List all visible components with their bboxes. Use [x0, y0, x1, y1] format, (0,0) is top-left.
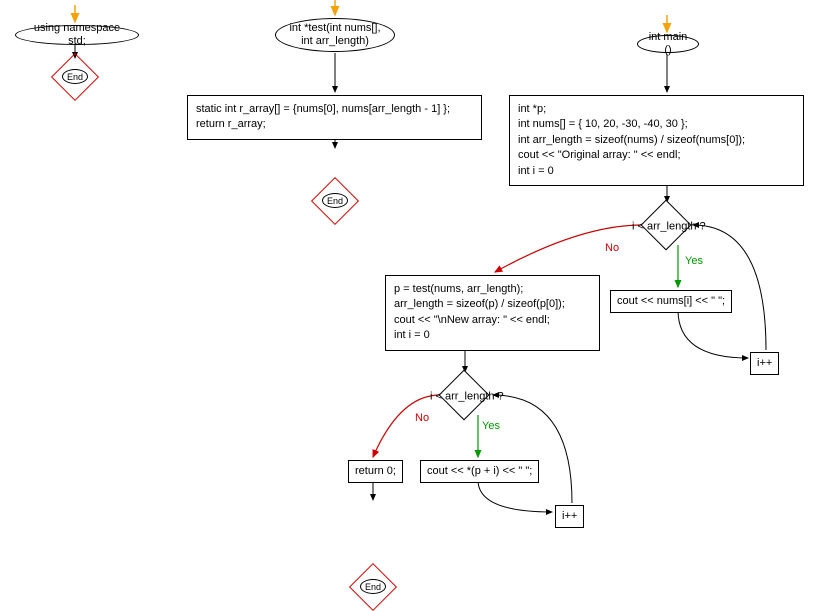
fc3-body2: p = test(nums, arr_length); arr_length =… — [385, 275, 600, 351]
fc2-end: End — [318, 184, 352, 218]
cond2-yes-label: Yes — [482, 420, 500, 432]
fc3-return: return 0; — [348, 460, 403, 483]
fc2-body: static int r_array[] = {nums[0], nums[ar… — [187, 95, 482, 140]
fc3-end: End — [356, 570, 390, 604]
fc2-start: int *test(int nums[], int arr_length) — [275, 18, 395, 52]
cond1-yes-label: Yes — [685, 255, 703, 267]
fc3-start: int main () — [637, 35, 699, 53]
cond1-no-label: No — [605, 242, 619, 254]
fc3-loop1-body: cout << nums[i] << " "; — [610, 290, 732, 313]
fc3-loop2-body: cout << *(p + i) << " "; — [420, 460, 539, 483]
fc1-start: using namespace std; — [15, 25, 139, 45]
fc1-end: End — [58, 60, 92, 94]
cond2-no-label: No — [415, 412, 429, 424]
fc3-inc2: i++ — [555, 505, 584, 528]
fc3-body1: int *p; int nums[] = { 10, 20, -30, -40,… — [509, 95, 804, 186]
fc3-inc1: i++ — [750, 352, 779, 375]
